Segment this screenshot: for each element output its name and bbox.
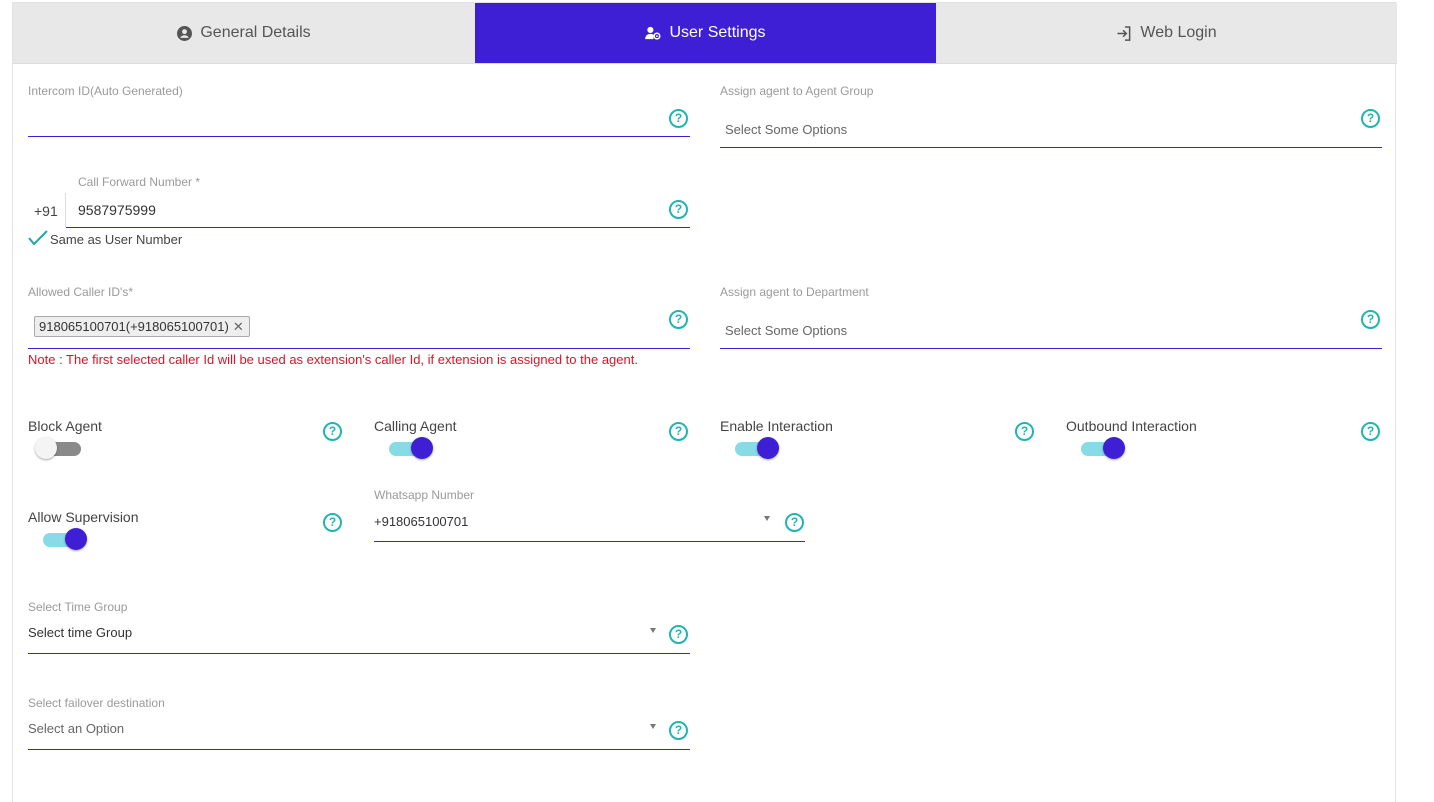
- tab-label: Web Login: [1140, 24, 1217, 41]
- outbound-interaction-label: Outbound Interaction: [1066, 418, 1197, 434]
- intercom-id-underline: [28, 136, 690, 137]
- help-icon[interactable]: ?: [669, 109, 688, 128]
- caller-id-note: Note : The first selected caller Id will…: [28, 352, 638, 367]
- tab-user-settings[interactable]: User Settings: [475, 3, 936, 63]
- help-icon[interactable]: ?: [323, 513, 342, 532]
- chevron-down-icon[interactable]: [764, 516, 770, 521]
- tab-label: General Details: [200, 24, 311, 41]
- time-group-select[interactable]: Select time Group: [28, 625, 132, 640]
- help-icon[interactable]: ?: [1361, 109, 1380, 128]
- allow-supervision-label: Allow Supervision: [28, 509, 139, 525]
- whatsapp-label: Whatsapp Number: [374, 488, 475, 502]
- agent-group-select[interactable]: Select Some Options: [725, 122, 847, 137]
- whatsapp-select[interactable]: +918065100701: [374, 514, 468, 529]
- same-as-user-label[interactable]: Same as User Number: [50, 232, 182, 247]
- block-agent-label: Block Agent: [28, 418, 102, 434]
- call-forward-input[interactable]: 9587975999: [78, 202, 156, 218]
- department-underline: [720, 348, 1382, 349]
- user-cog-icon: [645, 26, 661, 40]
- allow-supervision-toggle[interactable]: [39, 528, 87, 552]
- prefix-divider: [65, 193, 66, 227]
- tab-general-details[interactable]: General Details: [13, 3, 475, 63]
- user-circle-icon: [177, 25, 193, 41]
- chevron-down-icon[interactable]: [650, 628, 656, 633]
- tab-web-login[interactable]: Web Login: [936, 3, 1397, 63]
- intercom-id-field[interactable]: [28, 113, 648, 131]
- block-agent-toggle[interactable]: [35, 437, 83, 461]
- outbound-interaction-toggle[interactable]: [1077, 437, 1125, 461]
- failover-underline: [28, 749, 690, 750]
- help-icon[interactable]: ?: [1361, 422, 1380, 441]
- help-icon[interactable]: ?: [669, 200, 688, 219]
- agent-group-underline: [720, 147, 1382, 148]
- caller-id-chip: 918065100701(+918065100701) ✕: [34, 316, 250, 337]
- checkmark-icon[interactable]: [28, 230, 48, 246]
- caller-ids-label: Allowed Caller ID's*: [28, 285, 133, 299]
- tab-label: User Settings: [669, 24, 766, 41]
- help-icon[interactable]: ?: [669, 422, 688, 441]
- sign-in-icon: [1116, 25, 1132, 41]
- department-label: Assign agent to Department: [720, 285, 869, 299]
- agent-group-label: Assign agent to Agent Group: [720, 84, 874, 98]
- help-icon[interactable]: ?: [669, 721, 688, 740]
- tab-bar: General Details User Settings Web Login: [13, 3, 1397, 64]
- chip-text: 918065100701(+918065100701): [39, 319, 229, 334]
- department-select[interactable]: Select Some Options: [725, 323, 847, 338]
- enable-interaction-label: Enable Interaction: [720, 418, 833, 434]
- whatsapp-underline: [374, 541, 805, 542]
- country-code-prefix: +91: [34, 203, 58, 219]
- help-icon[interactable]: ?: [1361, 310, 1380, 329]
- time-group-label: Select Time Group: [28, 600, 128, 614]
- help-icon[interactable]: ?: [669, 625, 688, 644]
- intercom-id-label: Intercom ID(Auto Generated): [28, 84, 183, 98]
- time-group-underline: [28, 653, 690, 654]
- failover-select[interactable]: Select an Option: [28, 721, 124, 736]
- help-icon[interactable]: ?: [785, 513, 804, 532]
- call-forward-label: Call Forward Number *: [78, 175, 201, 189]
- calling-agent-toggle[interactable]: [385, 437, 433, 461]
- help-icon[interactable]: ?: [323, 422, 342, 441]
- help-icon[interactable]: ?: [1015, 422, 1034, 441]
- help-icon[interactable]: ?: [669, 310, 688, 329]
- user-form-panel: General Details User Settings Web Login …: [12, 2, 1397, 802]
- chevron-down-icon[interactable]: [650, 724, 656, 729]
- call-forward-underline: [66, 227, 690, 228]
- failover-label: Select failover destination: [28, 696, 165, 710]
- calling-agent-label: Calling Agent: [374, 418, 457, 434]
- enable-interaction-toggle[interactable]: [731, 437, 779, 461]
- remove-chip-icon[interactable]: ✕: [233, 319, 244, 334]
- caller-ids-underline: [28, 348, 690, 349]
